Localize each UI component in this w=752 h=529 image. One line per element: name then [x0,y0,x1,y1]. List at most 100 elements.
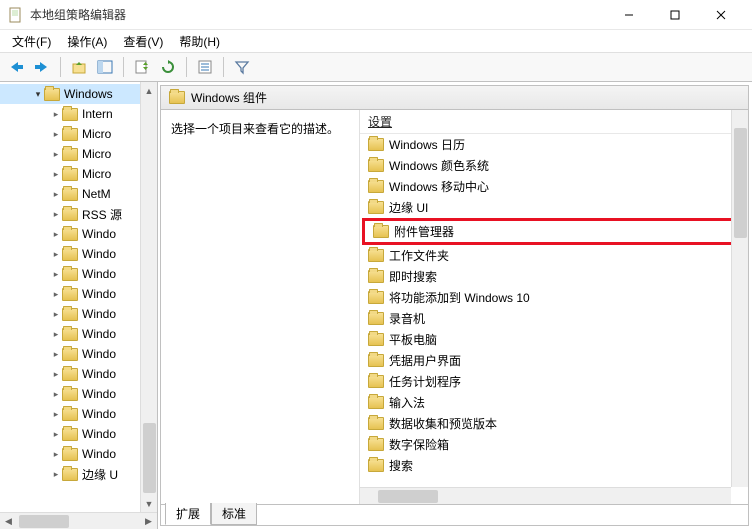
folder-icon [62,148,78,161]
tree-item[interactable]: ▸Windo [0,224,157,244]
settings-item[interactable]: Windows 日历 [360,134,748,155]
folder-icon [368,417,384,430]
tree-item[interactable]: ▸Windo [0,324,157,344]
show-hide-tree-button[interactable] [93,56,117,78]
folder-icon [62,228,78,241]
properties-button[interactable] [193,56,217,78]
folder-icon [62,448,78,461]
folder-icon [62,108,78,121]
tree-item[interactable]: ▸Windo [0,284,157,304]
settings-item[interactable]: 数据收集和预览版本 [360,413,748,434]
toolbar [0,52,752,82]
tree-item[interactable]: ▸Windo [0,404,157,424]
folder-icon [368,354,384,367]
tree-item[interactable]: ▸Micro [0,144,157,164]
tree-item[interactable]: ▸Micro [0,164,157,184]
folder-icon [368,138,384,151]
tree-root[interactable]: ▾Windows [0,84,157,104]
minimize-button[interactable] [606,0,652,30]
settings-item[interactable]: 工作文件夹 [360,245,748,266]
settings-item[interactable]: 凭据用户界面 [360,350,748,371]
content-header-title: Windows 组件 [191,89,267,106]
folder-icon [368,396,384,409]
settings-item[interactable]: Windows 颜色系统 [360,155,748,176]
title-bar: 本地组策略编辑器 [0,0,752,30]
folder-icon [62,408,78,421]
folder-icon [169,91,185,104]
tree-item[interactable]: ▸Micro [0,124,157,144]
tree-item[interactable]: ▸Windo [0,244,157,264]
menu-bar: 文件(F) 操作(A) 查看(V) 帮助(H) [0,30,752,52]
close-button[interactable] [698,0,744,30]
settings-item[interactable]: 搜索 [360,455,748,476]
folder-icon [44,88,60,101]
menu-file[interactable]: 文件(F) [4,31,59,52]
folder-icon [62,168,78,181]
settings-item[interactable]: 任务计划程序 [360,371,748,392]
folder-icon [368,438,384,451]
menu-help[interactable]: 帮助(H) [171,31,228,52]
forward-button[interactable] [30,56,54,78]
tree-item[interactable]: ▸Windo [0,304,157,324]
settings-item[interactable]: 附件管理器 [369,221,741,242]
folder-icon [368,159,384,172]
export-button[interactable] [130,56,154,78]
menu-action[interactable]: 操作(A) [59,31,115,52]
up-button[interactable] [67,56,91,78]
folder-icon [368,333,384,346]
tree-item[interactable]: ▸边缘 U [0,464,157,484]
folder-icon [62,268,78,281]
menu-view[interactable]: 查看(V) [115,31,171,52]
folder-icon [62,208,78,221]
window-title: 本地组策略编辑器 [30,6,606,23]
tree-item[interactable]: ▸Windo [0,424,157,444]
folder-icon [62,368,78,381]
folder-icon [368,201,384,214]
tree-vertical-scrollbar[interactable]: ▲ ▼ [140,82,157,512]
tree-item[interactable]: ▸Windo [0,364,157,384]
folder-icon [62,348,78,361]
settings-item[interactable]: 平板电脑 [360,329,748,350]
settings-item[interactable]: 数字保险箱 [360,434,748,455]
folder-icon [368,291,384,304]
folder-icon [62,288,78,301]
folder-icon [62,308,78,321]
tree-horizontal-scrollbar[interactable]: ◀ ▶ [0,512,157,529]
back-button[interactable] [4,56,28,78]
folder-icon [62,468,78,481]
settings-column-header[interactable]: 设置 [360,110,748,134]
settings-horizontal-scrollbar[interactable] [360,487,731,504]
folder-icon [368,270,384,283]
tree-item[interactable]: ▸Windo [0,264,157,284]
content-pane: Windows 组件 选择一个项目来查看它的描述。 设置 Windows 日历W… [158,82,752,529]
folder-icon [368,459,384,472]
tree-item[interactable]: ▸Windo [0,384,157,404]
content-header: Windows 组件 [160,85,749,110]
tree-item[interactable]: ▸NetM [0,184,157,204]
folder-icon [62,428,78,441]
maximize-button[interactable] [652,0,698,30]
tab-extended[interactable]: 扩展 [165,503,211,525]
refresh-button[interactable] [156,56,180,78]
folder-icon [368,312,384,325]
settings-item[interactable]: 边缘 UI [360,197,748,218]
highlighted-item: 附件管理器 [362,218,744,245]
folder-icon [368,180,384,193]
settings-item[interactable]: 录音机 [360,308,748,329]
filter-button[interactable] [230,56,254,78]
tab-standard[interactable]: 标准 [211,503,257,525]
settings-item[interactable]: 将功能添加到 Windows 10 [360,287,748,308]
app-icon [8,7,24,23]
settings-item[interactable]: 即时搜索 [360,266,748,287]
settings-vertical-scrollbar[interactable] [731,110,748,487]
tree-item[interactable]: ▸RSS 源 [0,204,157,224]
tabs-bar: 扩展 标准 [160,504,749,526]
folder-icon [368,375,384,388]
settings-item[interactable]: 输入法 [360,392,748,413]
settings-column: 设置 Windows 日历Windows 颜色系统Windows 移动中心边缘 … [359,110,748,504]
settings-item[interactable]: Windows 移动中心 [360,176,748,197]
tree-item[interactable]: ▸Windo [0,344,157,364]
folder-icon [62,188,78,201]
tree-item[interactable]: ▸Windo [0,444,157,464]
tree-item[interactable]: ▸Intern [0,104,157,124]
